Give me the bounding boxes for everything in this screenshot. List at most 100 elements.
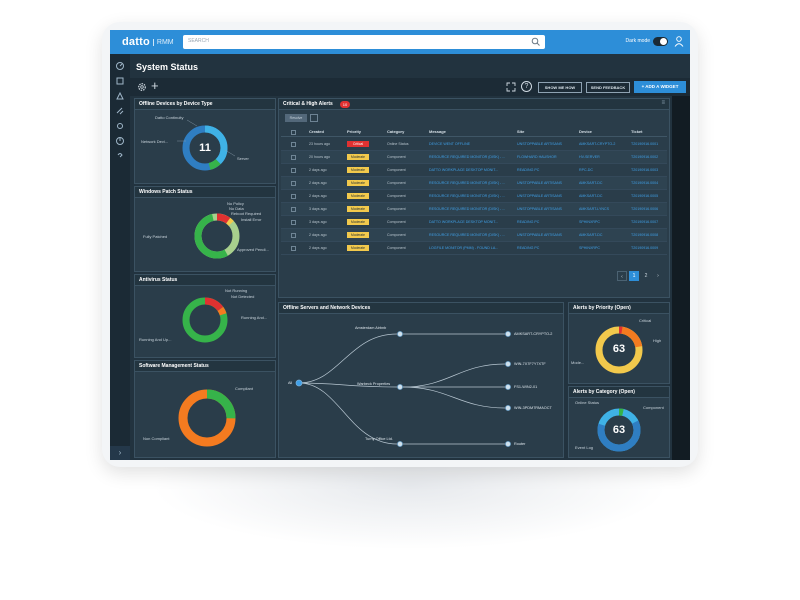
cell-site[interactable]: READING PC <box>517 168 539 172</box>
row-checkbox[interactable] <box>291 220 296 225</box>
pager-next-chevron-icon[interactable]: › <box>653 271 663 281</box>
cell-message[interactable]: RESOURCE REQUIRED MONITOR (DISK) - ... <box>429 207 505 211</box>
cell-device[interactable]: AMKSART-CRYPTO-2 <box>579 142 615 146</box>
tree-device-win3[interactable]: WIN-3PDM7RMAOCT <box>514 406 552 410</box>
table-row[interactable]: 2 days ago Component RESOURCE REQUIRED MON… <box>281 229 667 242</box>
select-all-checkbox[interactable] <box>310 114 318 122</box>
cell-message[interactable]: LOGFILE MONITOR (PMM) - FOUND LA... <box>429 246 498 250</box>
cell-ticket[interactable]: T20190916.0007 <box>631 220 658 224</box>
send-feedback-button[interactable]: SEND FEEDBACK <box>586 82 630 93</box>
cell-device[interactable]: AMKSART-DC <box>579 181 603 185</box>
cell-message[interactable]: RESOURCE REQUIRED MONITOR (DISK) - ... <box>429 233 505 237</box>
table-row[interactable]: 2 days ago Component LOGFILE MONITOR (PMM)… <box>281 242 667 255</box>
cell-ticket[interactable]: T20190916.0003 <box>631 168 658 172</box>
cell-message[interactable]: DATTO WORKPLACE DESKTOP MONIT... <box>429 168 498 172</box>
reports-icon[interactable] <box>115 136 125 146</box>
tree-site-amsterdam[interactable]: Amsterdam Airbnb <box>355 326 386 330</box>
row-checkbox[interactable] <box>291 246 296 251</box>
cell-message[interactable]: RESOURCE REQUIRED MONITOR (DISK) - ... <box>429 155 505 159</box>
tree-device-router[interactable]: Router <box>514 442 525 446</box>
add-widget-button[interactable]: + ADD A WIDGET <box>634 81 686 93</box>
show-me-how-button[interactable]: SHOW ME HOW <box>538 82 582 93</box>
cell-ticket[interactable]: T20190916.0001 <box>631 142 658 146</box>
table-row[interactable]: 2 days ago Component DATTO WORKPLACE DESKT… <box>281 164 667 177</box>
pager-page-2[interactable]: 2 <box>641 271 651 281</box>
cell-ticket[interactable]: T20190916.0006 <box>631 207 658 211</box>
tree-site-turny[interactable]: Turny Office Ltd. <box>365 437 393 441</box>
gear-icon[interactable] <box>136 81 148 93</box>
search-input[interactable]: SEARCH <box>183 35 545 49</box>
row-checkbox[interactable] <box>291 181 296 186</box>
cell-site[interactable]: UNSTOPPABLE ARTISANS <box>517 181 562 185</box>
cell-device[interactable]: SPHINXRPC <box>579 220 600 224</box>
cell-message[interactable]: RESOURCE REQUIRED MONITOR (DISK) - ... <box>429 181 505 185</box>
table-row[interactable]: 3 days ago Component DATTO WORKPLACE DESKT… <box>281 216 667 229</box>
table-row[interactable]: 2 days ago Component RESOURCE REQUIRED MON… <box>281 190 667 203</box>
cell-ticket[interactable]: T20190916.0004 <box>631 181 658 185</box>
cell-site[interactable]: READING PC <box>517 246 539 250</box>
expand-icon[interactable] <box>506 82 516 92</box>
cell-site[interactable]: FLOWHARD HAUSHOR <box>517 155 557 159</box>
cell-device[interactable]: SPHINXRPC <box>579 246 600 250</box>
table-row[interactable]: 2 days ago Component RESOURCE REQUIRED MON… <box>281 177 667 190</box>
column-header-device[interactable]: Device <box>579 129 592 134</box>
pager-page-1[interactable]: 1 <box>629 271 639 281</box>
row-checkbox[interactable] <box>291 168 296 173</box>
tree-device-win7[interactable]: WIN-7X7F7Y7XTF <box>514 362 546 366</box>
sites-icon[interactable] <box>115 91 125 101</box>
row-checkbox[interactable] <box>291 207 296 212</box>
help-sidebar-icon[interactable] <box>115 151 125 161</box>
cell-category: Component <box>387 181 406 185</box>
cell-message[interactable]: RESOURCE REQUIRED MONITOR (DISK) - ... <box>429 194 505 198</box>
cell-site[interactable]: READING PC <box>517 220 539 224</box>
cell-device[interactable]: RPC-DC <box>579 168 593 172</box>
devices-icon[interactable] <box>115 76 125 86</box>
cell-ticket[interactable]: T20190916.0005 <box>631 194 658 198</box>
row-checkbox[interactable] <box>291 194 296 199</box>
row-checkbox[interactable] <box>291 233 296 238</box>
cell-ticket[interactable]: T20190916.0009 <box>631 246 658 250</box>
cell-site[interactable]: UNSTOPPABLE ARTISANS <box>517 194 562 198</box>
pager-prev-chevron-icon[interactable]: ‹ <box>617 271 627 281</box>
tree-root-all[interactable]: All <box>288 381 292 385</box>
column-header-message[interactable]: Message <box>429 129 446 134</box>
column-header-category[interactable]: Category <box>387 129 404 134</box>
table-row[interactable]: 3 days ago Component RESOURCE REQUIRED MON… <box>281 203 667 216</box>
cell-device[interactable]: AMKSART-LYNCS <box>579 207 609 211</box>
cell-site[interactable]: UNSTOPPABLE ARTISANS <box>517 142 562 146</box>
cell-site[interactable]: UNSTOPPABLE ARTISANS <box>517 233 562 237</box>
jobs-icon[interactable] <box>115 106 125 116</box>
column-header-site[interactable]: Site <box>517 129 524 134</box>
cell-ticket[interactable]: T20190916.0002 <box>631 155 658 159</box>
cell-site[interactable]: UNSTOPPABLE ARTISANS <box>517 207 562 211</box>
sidebar-expand-chevron-icon[interactable]: › <box>110 446 130 460</box>
right-scroll-gutter[interactable] <box>672 96 690 460</box>
plus-icon[interactable]: + <box>151 79 159 93</box>
column-header-priority[interactable]: Priority <box>347 129 361 134</box>
user-icon[interactable] <box>674 36 684 47</box>
header-checkbox[interactable] <box>291 130 296 135</box>
settings-icon[interactable] <box>115 121 125 131</box>
chart-label-compliant: Compliant <box>235 386 254 391</box>
resolve-button[interactable]: Resolve <box>285 114 307 122</box>
column-header-ticket[interactable]: Ticket <box>631 129 643 134</box>
menu-icon[interactable]: ≡ <box>661 100 665 106</box>
cell-device[interactable]: AMKSART-DC <box>579 194 603 198</box>
help-icon[interactable]: ? <box>521 81 532 92</box>
dashboard-icon[interactable] <box>115 61 125 71</box>
search-icon[interactable] <box>531 37 541 47</box>
tree-device-crypto[interactable]: AMKSART-CRYPTO-2 <box>514 332 552 336</box>
table-row[interactable]: 20 hours ago Component RESOURCE REQUIRED M… <box>281 151 667 164</box>
row-checkbox[interactable] <box>291 155 296 160</box>
cell-device[interactable]: AMKSART-DC <box>579 233 603 237</box>
dark-mode-toggle[interactable] <box>653 37 668 46</box>
cell-ticket[interactable]: T20190916.0008 <box>631 233 658 237</box>
row-checkbox[interactable] <box>291 142 296 147</box>
column-header-created[interactable]: Created <box>309 129 324 134</box>
cell-message[interactable]: DEVICE WENT OFFLINE <box>429 142 470 146</box>
cell-device[interactable]: HV-SERVER <box>579 155 600 159</box>
cell-message[interactable]: DATTO WORKPLACE DESKTOP MONIT... <box>429 220 498 224</box>
table-row[interactable]: 23 hours ago Online Status DEVICE WENT OFF… <box>281 138 667 151</box>
tree-site-warbeck[interactable]: Warbeck Properties <box>357 382 390 386</box>
tree-device-fs1[interactable]: FS1-WIN2-01 <box>514 385 537 389</box>
